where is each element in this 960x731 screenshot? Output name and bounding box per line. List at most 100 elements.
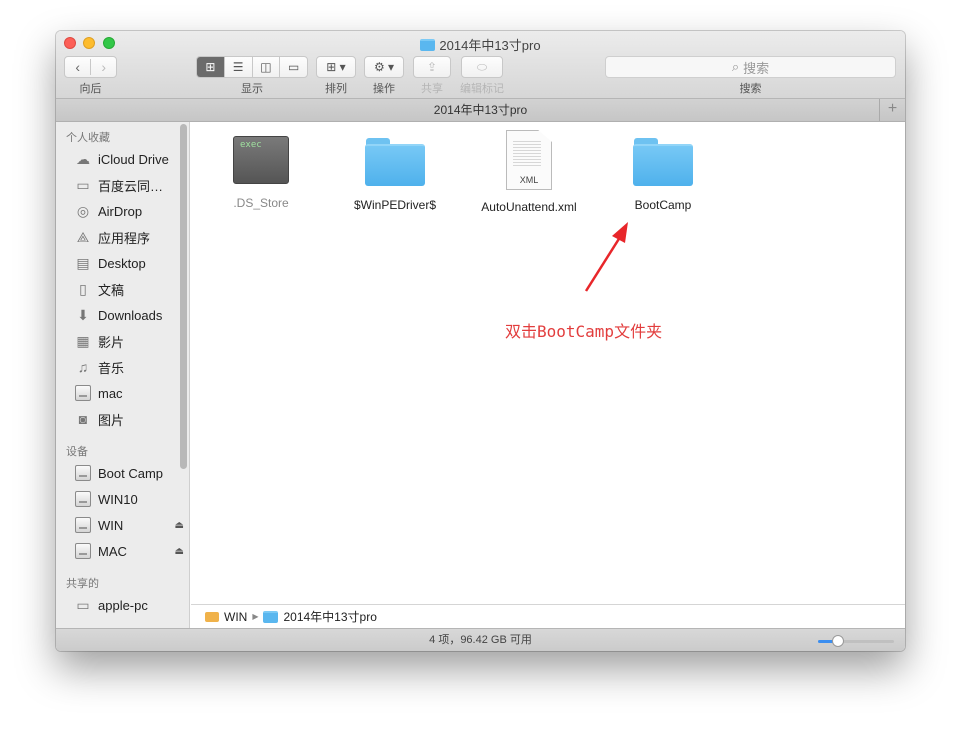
folder-icon: [263, 610, 279, 623]
sidebar-item-home[interactable]: mac: [74, 382, 184, 404]
sidebar-item-label: 音乐: [98, 360, 125, 376]
sidebar-item-label: MAC: [98, 543, 127, 559]
sidebar-item-label: 百度云同…: [98, 178, 164, 194]
tag-icon: ⬭: [476, 59, 488, 74]
sidebar-item-music[interactable]: ♫ 音乐: [74, 356, 184, 378]
share-label: 共享: [421, 83, 443, 95]
drive-icon: [74, 465, 92, 481]
folder-icon: [364, 136, 426, 186]
search-placeholder: 搜索: [743, 60, 770, 76]
home-icon: [74, 385, 92, 401]
cloud-icon: ☁: [76, 150, 90, 167]
sidebar-item-label: iCloud Drive: [98, 151, 169, 167]
sidebar-item-baidu[interactable]: ▭ 百度云同…: [74, 174, 184, 196]
sidebar-item-label: 影片: [98, 334, 125, 350]
file-item[interactable]: BootCamp: [603, 136, 723, 212]
window-title: 2014年中13寸pro: [56, 35, 905, 54]
sidebar-item-applications[interactable]: ⟁ 应用程序: [74, 226, 184, 248]
arrange-label: 排列: [325, 83, 347, 95]
path-root[interactable]: WIN: [224, 610, 247, 624]
search-input[interactable]: ⌕ 搜索: [605, 56, 896, 78]
status-text: 4 项，96.42 GB 可用: [429, 634, 532, 646]
titlebar: 2014年中13寸pro ‹ › 向后 ⊞ ☰ ◫ ▭ 显示 ⊞ ▾ 排列 ⚙ …: [56, 31, 905, 99]
slider-knob[interactable]: [832, 635, 844, 647]
xml-file-icon: XML: [506, 130, 552, 190]
new-tab-button[interactable]: +: [879, 99, 905, 121]
applications-icon: ⟁: [76, 228, 90, 245]
chevron-right-icon: ▶: [252, 612, 259, 621]
drive-icon: [74, 543, 92, 559]
search-icon: ⌕: [731, 59, 740, 74]
xml-icon-text: XML: [519, 175, 539, 185]
back-forward-buttons[interactable]: ‹ ›: [64, 56, 117, 78]
sidebar-item-boot-camp[interactable]: Boot Camp: [74, 462, 184, 484]
arrange-button[interactable]: ⊞ ▾: [316, 56, 356, 78]
sidebar-item-airdrop[interactable]: ◎ AirDrop: [74, 200, 184, 222]
coverflow-view-icon[interactable]: ▭: [279, 57, 307, 77]
sidebar-item-label: 应用程序: [98, 230, 151, 246]
file-name: .DS_Store: [233, 196, 289, 210]
back-button[interactable]: ‹: [65, 59, 90, 75]
sidebar-item-label: WIN10: [98, 491, 138, 507]
annotation-arrow: [584, 222, 628, 292]
share-icon: ⇪: [426, 60, 438, 74]
music-icon: ♫: [77, 359, 89, 375]
view-mode-segmented[interactable]: ⊞ ☰ ◫ ▭: [196, 56, 308, 78]
file-name: $WinPEDriver$: [353, 198, 437, 212]
sidebar-item-mac[interactable]: MAC ⏏: [74, 540, 184, 562]
tab-bar: 2014年中13寸pro +: [56, 99, 905, 122]
share-button[interactable]: ⇪: [413, 56, 451, 78]
gear-icon: ⚙ ▾: [373, 60, 395, 74]
search-label: 搜索: [739, 83, 762, 95]
window-title-text: 2014年中13寸pro: [439, 38, 541, 53]
sidebar-item-pictures[interactable]: ◙ 图片: [74, 408, 184, 430]
action-label: 操作: [373, 83, 395, 95]
file-item[interactable]: XML AutoUnattend.xml: [469, 130, 589, 214]
tags-label: 编辑标记: [460, 83, 504, 95]
file-item[interactable]: $WinPEDriver$: [335, 136, 455, 212]
sidebar-item-label: AirDrop: [98, 203, 143, 219]
folder-icon: ▭: [76, 176, 90, 193]
path-folder[interactable]: 2014年中13寸pro: [283, 608, 376, 625]
sidebar-item-label: 文稿: [98, 282, 125, 298]
file-name: BootCamp: [634, 198, 692, 212]
path-bar: WIN ▶ 2014年中13寸pro: [191, 604, 905, 628]
drive-icon: [74, 491, 92, 507]
pictures-icon: ◙: [78, 411, 88, 427]
sidebar-item-win10[interactable]: WIN10: [74, 488, 184, 510]
list-view-icon[interactable]: ☰: [223, 57, 252, 77]
action-button[interactable]: ⚙ ▾: [364, 56, 404, 78]
exec-file-icon: exec: [233, 136, 289, 184]
devices-heading: 设备: [66, 446, 88, 458]
sidebar-item-desktop[interactable]: ▤ Desktop: [74, 252, 184, 274]
sidebar-item-icloud-drive[interactable]: ☁ iCloud Drive: [74, 148, 184, 170]
exec-icon-text: exec: [240, 140, 262, 150]
sidebar-item-downloads[interactable]: ⬇ Downloads: [74, 304, 184, 326]
sidebar-item-label: mac: [98, 385, 123, 401]
tags-button[interactable]: ⬭: [461, 56, 503, 78]
desktop-icon: ▤: [76, 254, 90, 271]
eject-icon[interactable]: ⏏: [175, 546, 184, 557]
drive-icon: [205, 611, 219, 622]
favorites-heading: 个人收藏: [66, 132, 110, 144]
sidebar-item-label: 图片: [98, 412, 125, 428]
folder-icon: [420, 38, 436, 51]
sidebar-item-documents[interactable]: ▯ 文稿: [74, 278, 184, 300]
sidebar-item-apple-pc[interactable]: ▭ apple-pc: [74, 594, 184, 616]
sidebar-item-movies[interactable]: ▦ 影片: [74, 330, 184, 352]
view-label: 显示: [241, 83, 263, 95]
documents-icon: ▯: [79, 280, 87, 297]
sidebar-item-win[interactable]: WIN ⏏: [74, 514, 184, 536]
tab-title[interactable]: 2014年中13寸pro: [434, 103, 527, 117]
drive-icon: [74, 517, 92, 533]
sidebar-item-label: Boot Camp: [98, 465, 164, 481]
sidebar-item-label: Downloads: [98, 307, 163, 323]
shared-heading: 共享的: [66, 578, 99, 590]
movies-icon: ▦: [76, 332, 90, 349]
icon-size-slider[interactable]: [818, 635, 894, 647]
forward-button[interactable]: ›: [90, 59, 116, 75]
eject-icon[interactable]: ⏏: [175, 520, 184, 531]
file-item[interactable]: exec .DS_Store: [201, 136, 321, 210]
column-view-icon[interactable]: ◫: [251, 57, 280, 77]
icon-view-icon[interactable]: ⊞: [197, 57, 224, 77]
